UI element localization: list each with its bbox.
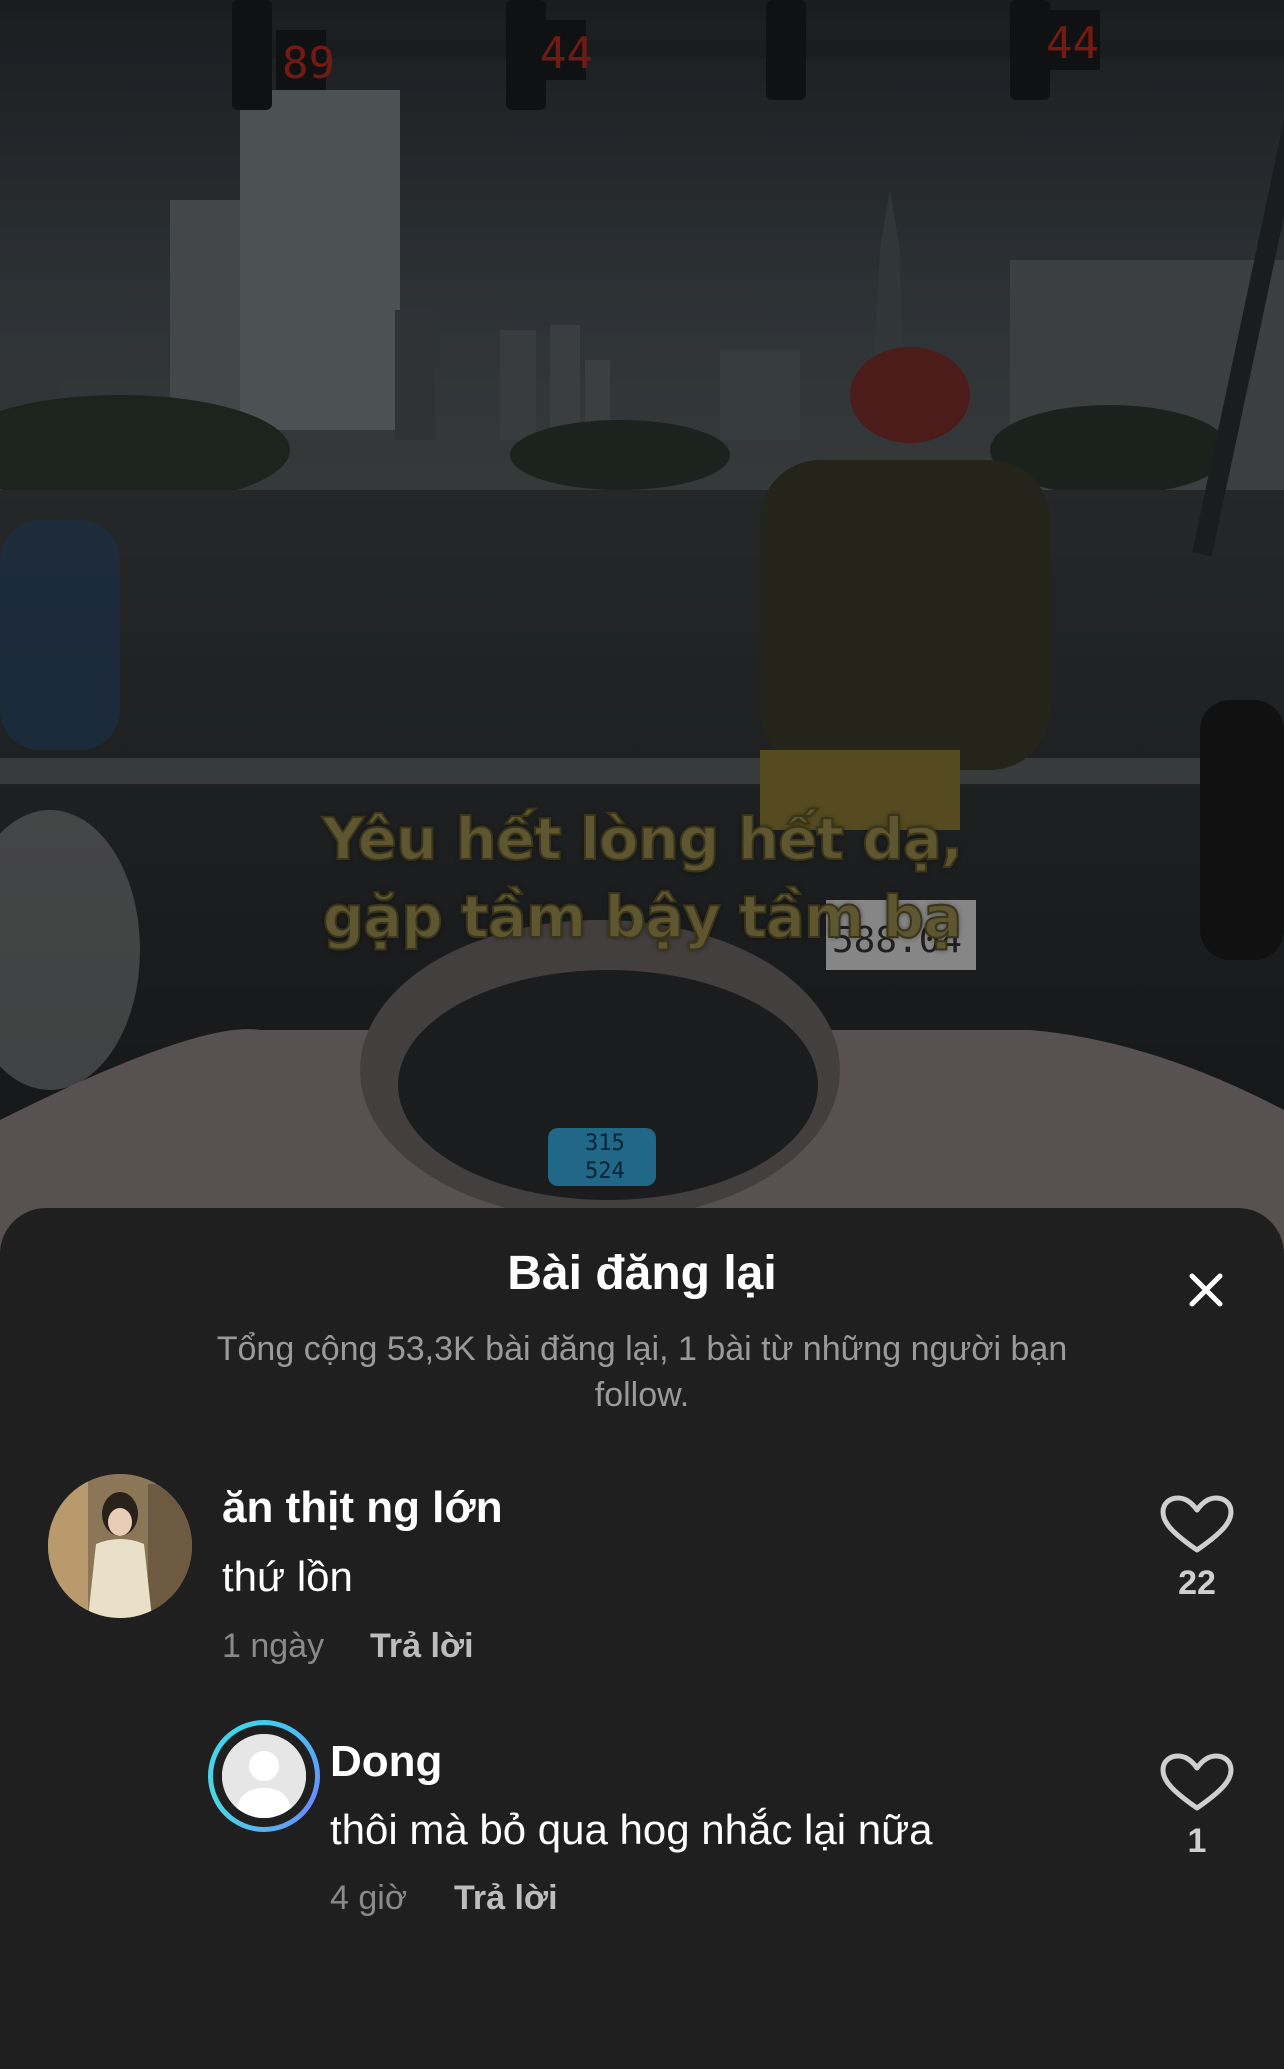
like-button[interactable]: 1 [1157, 1752, 1237, 1863]
like-count: 1 [1187, 1822, 1207, 1860]
video-dim-overlay [0, 0, 1284, 1260]
caption-line-2: gặp tầm bậy tầm bạ [322, 882, 964, 952]
heart-icon [1160, 1753, 1234, 1811]
comment-username[interactable]: Dong [330, 1734, 442, 1790]
default-avatar-icon [222, 1734, 306, 1818]
avatar[interactable] [208, 1720, 320, 1832]
reposts-sheet: Bài đăng lại Tổng cộng 53,3K bài đăng lạ… [0, 1208, 1284, 2069]
reply-button[interactable]: Trả lời [454, 1876, 558, 1920]
reply-comment-item: Dong thôi mà bỏ qua hog nhắc lại nữa 4 g… [0, 1208, 1284, 2069]
screen: 89 44 44 588.04 315 524 Yêu hết lòng hết… [0, 0, 1284, 2069]
video-background[interactable]: 89 44 44 588.04 315 524 Yêu hết lòng hết… [0, 0, 1284, 1260]
caption-line-1: Yêu hết lòng hết dạ, [321, 804, 964, 874]
comment-text: thôi mà bỏ qua hog nhắc lại nữa [330, 1806, 933, 1853]
video-caption: Yêu hết lòng hết dạ, gặp tầm bậy tầm bạ [0, 800, 1284, 956]
comment-time: 4 giờ [330, 1879, 408, 1917]
